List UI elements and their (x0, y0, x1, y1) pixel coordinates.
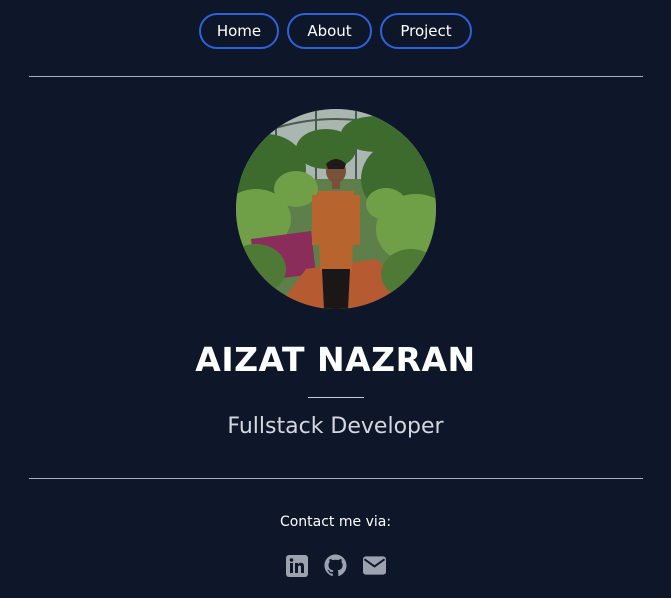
linkedin-link[interactable] (285, 554, 308, 577)
linkedin-icon (285, 554, 308, 577)
name-underline (308, 397, 364, 398)
portfolio-page: Home About Project AIZAT NAZRAN Fullstac… (0, 0, 671, 598)
profile-role: Fullstack Developer (227, 414, 444, 439)
main-nav: Home About Project (0, 13, 671, 49)
profile-photo (236, 109, 436, 309)
github-icon (324, 554, 347, 576)
nav-home-button[interactable]: Home (199, 13, 279, 49)
github-link[interactable] (324, 554, 347, 577)
contact-label: Contact me via: (279, 514, 392, 530)
nav-project-button[interactable]: Project (380, 13, 472, 49)
envelope-icon (363, 556, 386, 575)
social-links (0, 554, 671, 577)
nav-about-button[interactable]: About (287, 13, 372, 49)
email-link[interactable] (363, 554, 386, 577)
avatar (236, 109, 436, 309)
bottom-divider (29, 478, 643, 479)
profile-name: AIZAT NAZRAN (195, 340, 476, 379)
top-divider (29, 76, 643, 77)
